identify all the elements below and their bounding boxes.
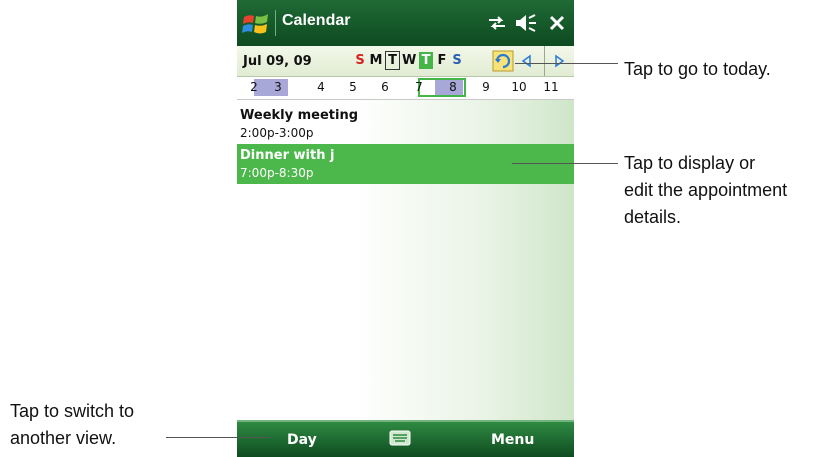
previous-arrow-icon[interactable]: [520, 54, 534, 68]
callout-today: Tap to go to today.: [624, 59, 771, 79]
current-date-label[interactable]: Jul 09, 09: [243, 54, 312, 69]
week-header: Jul 09, 09 S M T W T F S: [237, 46, 574, 77]
date-cell[interactable]: 5: [343, 80, 363, 94]
callout-view-line: Tap to switch to: [10, 401, 135, 421]
callout-view: Tap to switch to another view.: [10, 398, 134, 452]
date-cell[interactable]: 2: [244, 80, 264, 94]
appointment-time: 2:00p-3:00p: [240, 126, 314, 140]
date-strip: 2 3 4 5 6 7 8 9 10 11: [237, 77, 574, 100]
leader-line-view: [166, 437, 270, 438]
date-cell[interactable]: 9: [476, 80, 496, 94]
date-cell[interactable]: 10: [509, 80, 529, 94]
title-bar: Calendar: [237, 0, 574, 46]
leader-line-appointment: [512, 163, 618, 164]
agenda-list: Weekly meeting 2:00p-3:00p Dinner with j…: [237, 100, 574, 420]
date-cell[interactable]: 4: [311, 80, 331, 94]
date-cell[interactable]: 8: [443, 80, 463, 94]
weekday-thursday-selected[interactable]: T: [419, 52, 433, 69]
app-title: Calendar: [282, 12, 351, 29]
softkey-bar: Day Menu: [237, 420, 574, 457]
appointment-title: Weekly meeting: [240, 108, 359, 123]
weekday-sunday[interactable]: S: [353, 52, 367, 69]
close-icon[interactable]: [548, 12, 566, 34]
next-arrow-icon[interactable]: [552, 54, 566, 68]
appointment-item[interactable]: Weekly meeting 2:00p-3:00p: [237, 104, 574, 144]
weekday-saturday[interactable]: S: [450, 52, 464, 69]
callout-appointment-line: edit the appointment: [624, 180, 788, 200]
callout-appointment-line: details.: [624, 207, 682, 227]
callout-view-line: another view.: [10, 428, 117, 448]
appointment-title: Dinner with j: [240, 148, 335, 163]
weekday-monday[interactable]: M: [369, 52, 383, 69]
volume-icon[interactable]: [514, 12, 538, 34]
weekday-friday[interactable]: F: [435, 52, 449, 69]
weekday-wednesday[interactable]: W: [402, 52, 416, 69]
leader-line-today: [515, 63, 618, 64]
connectivity-icon[interactable]: [486, 12, 508, 34]
date-cell[interactable]: 11: [541, 80, 561, 94]
callout-appointment-line: Tap to display or: [624, 153, 756, 173]
header-divider: [544, 46, 545, 76]
title-separator: [275, 10, 276, 36]
today-icon[interactable]: [492, 50, 514, 72]
date-cell[interactable]: 7: [409, 80, 429, 94]
appointment-item-selected[interactable]: Dinner with j 7:00p-8:30p: [237, 144, 574, 184]
callout-appointment: Tap to display or edit the appointment d…: [624, 150, 787, 231]
left-softkey-day[interactable]: Day: [287, 432, 317, 448]
date-cell[interactable]: 6: [375, 80, 395, 94]
appointment-time: 7:00p-8:30p: [240, 166, 314, 180]
right-softkey-menu[interactable]: Menu: [491, 432, 534, 448]
date-cell[interactable]: 3: [268, 80, 288, 94]
weekday-tuesday-today[interactable]: T: [385, 51, 400, 70]
windows-start-icon[interactable]: [241, 9, 271, 39]
device-screen: Calendar Jul 09, 09 S M T W T F S 2 3 4 …: [237, 0, 574, 457]
keyboard-icon[interactable]: [389, 430, 411, 446]
